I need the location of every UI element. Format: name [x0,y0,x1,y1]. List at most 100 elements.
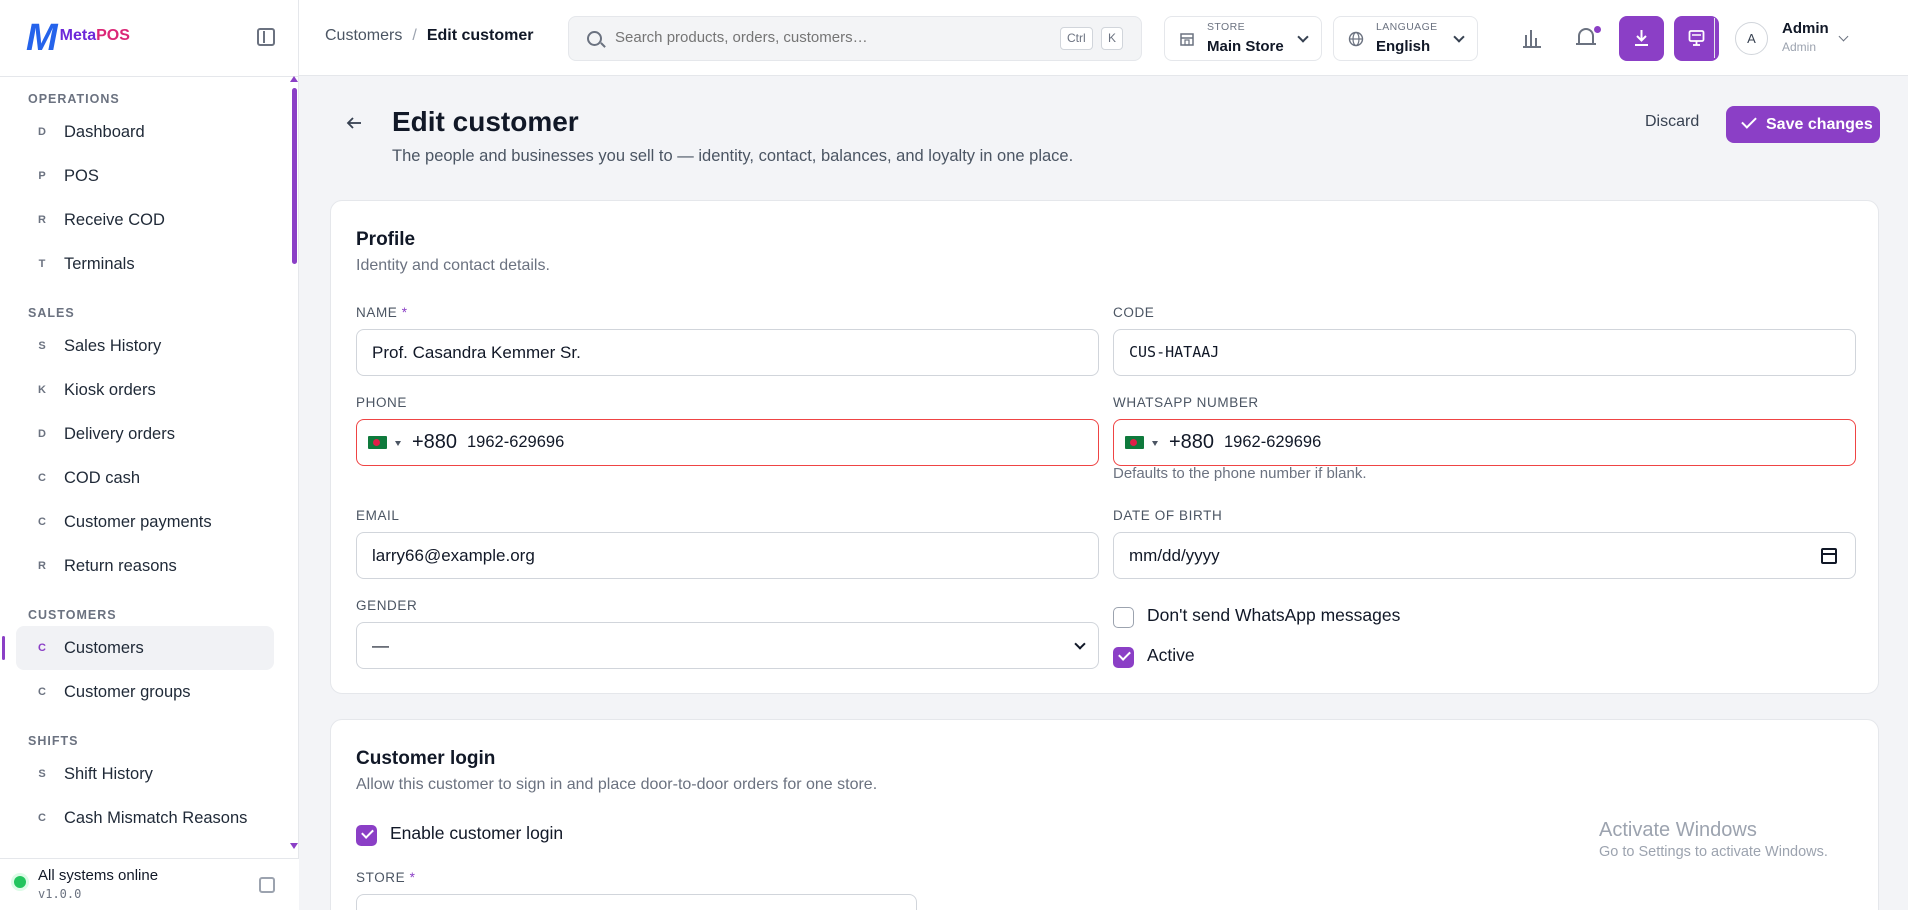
sidebar-footer: All systems online v1.0.0 [0,858,299,910]
notification-badge [1594,26,1601,33]
email-input[interactable]: larry66@example.org [356,532,1099,579]
whatsapp-dial-code: +880 [1169,431,1215,453]
sidebar-item-kiosk-orders[interactable]: K Kiosk orders [16,368,274,412]
phone-label: PHONE [356,395,408,410]
user-role: Admin [1782,40,1817,54]
nav-label: POS [64,166,99,185]
store-icon [1180,33,1194,46]
avatar[interactable]: A [1735,22,1768,55]
check-icon [1741,113,1757,129]
nav-letter: T [38,258,46,270]
search-input[interactable] [615,29,1035,46]
nav-label: Shift History [64,764,153,783]
active-label[interactable]: Active [1147,645,1195,666]
nav-label: Terminals [64,254,135,273]
pos-terminal-button[interactable] [1674,16,1719,61]
name-label: NAME * [356,305,408,320]
notifications-button[interactable] [1564,16,1609,61]
sidebar-item-customer-groups[interactable]: C Customer groups [16,670,274,714]
sidebar-item-receive-cod[interactable]: R Receive COD [16,198,274,242]
nav-letter: C [38,472,46,484]
metapos-logo[interactable]: M MetaPOS [26,18,130,58]
nav-letter: C [38,686,46,698]
gender-select[interactable]: — [356,622,1099,669]
search-icon [587,31,602,46]
reports-button[interactable] [1509,16,1554,61]
sidebar-collapse-icon[interactable] [257,28,275,46]
dob-label: DATE OF BIRTH [1113,508,1223,523]
no-whatsapp-checkbox[interactable] [1113,607,1134,628]
sidebar-item-sales-history[interactable]: S Sales History [16,324,274,368]
customer-login-card: Customer login Allow this customer to si… [330,719,1879,910]
dob-input[interactable]: mm/dd/yyyy [1113,532,1856,579]
save-changes-button[interactable]: Save changes [1726,106,1880,143]
nav-letter: S [38,340,46,352]
back-arrow-icon[interactable] [346,115,362,131]
scroll-down-arrow-icon[interactable] [290,843,298,849]
active-checkbox[interactable] [1113,647,1134,668]
nav-label: Customers [64,638,144,657]
enable-login-label[interactable]: Enable customer login [390,823,563,844]
logo-mark: M [26,17,58,59]
sidebar-item-return-reasons[interactable]: R Return reasons [16,544,274,588]
system-status: All systems online [38,867,159,884]
caret-down-icon[interactable] [395,441,401,446]
code-label: CODE [1113,305,1155,320]
nav-letter: D [38,126,46,138]
sidebar-item-customer-payments[interactable]: C Customer payments [16,500,274,544]
required-marker: * [409,870,416,885]
breadcrumb-customers[interactable]: Customers [325,27,402,45]
no-whatsapp-label[interactable]: Don't send WhatsApp messages [1147,605,1400,626]
sidebar-item-pos[interactable]: P POS [16,154,274,198]
sidebar-item-cod-cash[interactable]: C COD cash [16,456,274,500]
bangladesh-flag-icon[interactable] [1125,436,1144,449]
whatsapp-label: WHATSAPP NUMBER [1113,395,1259,410]
app-version: v1.0.0 [38,887,82,901]
caret-down-icon[interactable] [1152,441,1158,446]
name-input[interactable]: Prof. Casandra Kemmer Sr. [356,329,1099,376]
chevron-down-icon [1074,638,1086,650]
sidebar: M MetaPOS OPERATIONS D Dashboard P POS R Re… [0,0,299,910]
chevron-down-icon[interactable] [1838,31,1849,42]
whatsapp-number[interactable]: 1962-629696 [1224,420,1321,465]
sidebar-item-dashboard[interactable]: D Dashboard [16,110,274,154]
logo-name: MetaPOS [60,27,130,45]
sidebar-item-terminals[interactable]: T Terminals [16,242,274,286]
nav-label: Delivery orders [64,424,175,443]
scroll-up-arrow-icon[interactable] [290,76,298,82]
nav-label: Customer payments [64,512,212,531]
discard-button[interactable]: Discard [1645,113,1699,131]
sidebar-item-delivery-orders[interactable]: D Delivery orders [16,412,274,456]
sidebar-item-cash-mismatch-reasons[interactable]: C Cash Mismatch Reasons [16,796,274,840]
user-name[interactable]: Admin [1782,20,1829,37]
enable-login-checkbox[interactable] [356,825,377,846]
register-icon [1688,30,1705,46]
download-button[interactable] [1619,16,1664,61]
login-subtitle: Allow this customer to sign in and place… [356,776,878,793]
nav-letter: S [38,768,46,780]
language-selector[interactable]: LANGUAGE English [1333,16,1478,61]
nav-label: Sales History [64,336,162,355]
nav-section-sales: SALES [28,306,75,320]
code-input[interactable]: CUS-HATAAJ [1113,329,1856,376]
login-store-select[interactable] [356,894,917,910]
store-selector[interactable]: STORE Main Store [1164,16,1322,61]
footer-collapse-icon[interactable] [259,877,275,893]
download-icon [1635,30,1648,46]
breadcrumb-current: Edit customer [426,27,534,44]
calendar-icon[interactable] [1821,548,1837,564]
nav-section-customers: CUSTOMERS [28,608,117,622]
whatsapp-hint: Defaults to the phone number if blank. [1113,465,1367,482]
phone-input[interactable]: +880 1962-629696 [356,419,1099,466]
whatsapp-input[interactable]: +880 1962-629696 [1113,419,1856,466]
store-value: Main Store [1207,38,1284,55]
page-subtitle: The people and businesses you sell to — … [392,147,1074,165]
bangladesh-flag-icon[interactable] [368,436,387,449]
sidebar-item-customers[interactable]: C Customers [2,626,274,670]
nav-label: Customer groups [64,682,191,701]
global-search[interactable]: Ctrl K [568,16,1142,61]
phone-number[interactable]: 1962-629696 [467,420,564,465]
sidebar-item-shift-history[interactable]: S Shift History [16,752,274,796]
sidebar-scrollbar[interactable] [292,88,297,264]
page-title: Edit customer [392,106,579,137]
